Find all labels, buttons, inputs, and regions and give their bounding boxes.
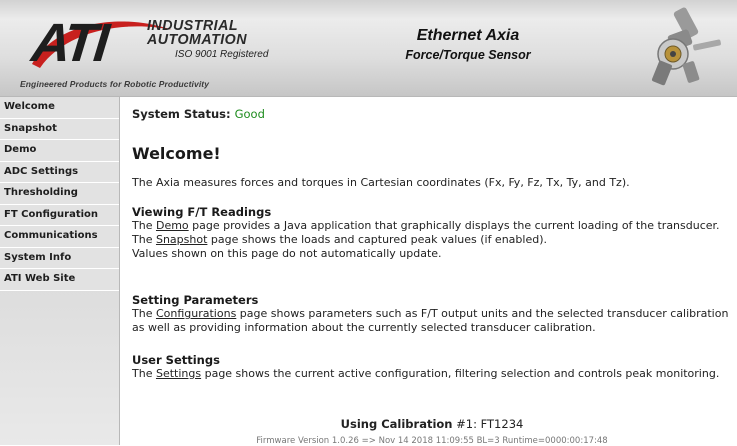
status-label: System Status: [132, 107, 231, 121]
status-value: Good [234, 107, 265, 121]
robot-arm-image [651, 7, 721, 86]
section-viewing-readings: Viewing F/T Readings The Demo page provi… [132, 205, 732, 261]
nav-item-ft-configuration[interactable]: FT Configuration [0, 204, 119, 226]
sidebar-nav: Welcome Snapshot Demo ADC Settings Thres… [0, 97, 120, 445]
nav-item-ati-web-site[interactable]: ATI Web Site [0, 269, 119, 291]
page-title: Welcome! [132, 144, 221, 163]
nav-item-welcome[interactable]: Welcome [0, 97, 119, 119]
section-paragraph: The Snapshot page shows the loads and ca… [132, 233, 547, 246]
section-setting-parameters: Setting Parameters The Configurations pa… [132, 293, 732, 335]
section-heading: Setting Parameters [132, 293, 259, 307]
logo-wordmark: ATI [28, 13, 110, 73]
section-heading: Viewing F/T Readings [132, 205, 272, 219]
company-tagline: Engineered Products for Robotic Producti… [20, 79, 210, 89]
calibration-info: Using Calibration #1: FT1234 [132, 417, 732, 431]
configurations-link[interactable]: Configurations [156, 307, 236, 320]
company-name: INDUSTRIAL AUTOMATION [147, 17, 248, 48]
section-user-settings: User Settings The Settings page shows th… [132, 353, 732, 381]
header-banner: ATI INDUSTRIAL AUTOMATION ISO 9001 Regis… [0, 0, 737, 97]
system-status: System Status: Good [132, 107, 265, 121]
calibration-label: Using Calibration [340, 417, 453, 431]
product-title: Ethernet Axia Force/Torque Sensor [405, 27, 531, 62]
nav-item-demo[interactable]: Demo [0, 140, 119, 162]
nav-item-thresholding[interactable]: Thresholding [0, 183, 119, 205]
section-paragraph: The Demo page provides a Java applicatio… [132, 219, 720, 232]
demo-link[interactable]: Demo [156, 219, 189, 232]
settings-link[interactable]: Settings [156, 367, 201, 380]
nav-item-adc-settings[interactable]: ADC Settings [0, 161, 119, 183]
nav-item-system-info[interactable]: System Info [0, 247, 119, 269]
snapshot-link[interactable]: Snapshot [156, 233, 207, 246]
section-heading: User Settings [132, 353, 220, 367]
nav-item-snapshot[interactable]: Snapshot [0, 118, 119, 140]
section-paragraph: Values shown on this page do not automat… [132, 247, 442, 260]
section-paragraph: The Configurations page shows parameters… [132, 307, 729, 334]
nav-item-communications[interactable]: Communications [0, 226, 119, 248]
calibration-value: #1: FT1234 [456, 417, 524, 431]
intro-text: The Axia measures forces and torques in … [132, 176, 630, 189]
section-paragraph: The Settings page shows the current acti… [132, 367, 720, 380]
iso-registration: ISO 9001 Registered [175, 49, 269, 60]
